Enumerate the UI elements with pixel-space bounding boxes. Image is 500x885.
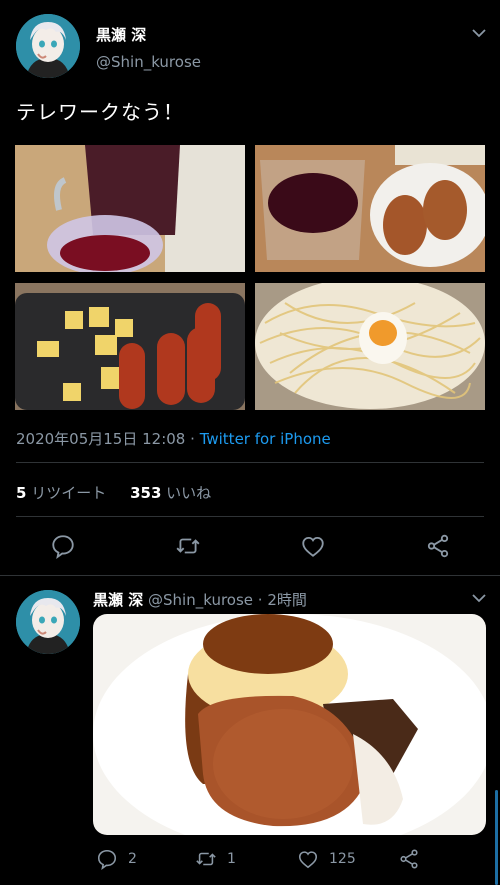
handle[interactable]: @Shin_kurose bbox=[96, 53, 201, 71]
reply-display-name[interactable]: 黒瀬 深 bbox=[93, 591, 143, 609]
reply-time[interactable]: · 2時間 bbox=[258, 591, 307, 609]
reply-header: 黒瀬 深 @Shin_kurose · 2時間 bbox=[93, 589, 307, 610]
reply-like-count: 125 bbox=[329, 851, 356, 867]
avatar[interactable] bbox=[16, 14, 80, 78]
like-button[interactable] bbox=[300, 533, 326, 559]
reply-share-button[interactable] bbox=[398, 848, 420, 870]
share-icon bbox=[427, 534, 449, 558]
reply-count: 2 bbox=[128, 851, 137, 867]
retweet-button[interactable] bbox=[175, 533, 201, 559]
retweet-label: リツイート bbox=[31, 484, 107, 502]
tweet-text: テレワークなう！ bbox=[16, 100, 184, 124]
chevron-down-icon[interactable] bbox=[470, 26, 488, 40]
photo-pudding-tiramisu[interactable] bbox=[93, 614, 486, 835]
retweet-icon bbox=[176, 538, 200, 554]
retweet-icon bbox=[196, 852, 216, 866]
meta-separator: · bbox=[190, 430, 195, 448]
reply-retweet-count: 1 bbox=[227, 851, 236, 867]
photo-wine-chicken[interactable] bbox=[255, 145, 485, 272]
reply-icon bbox=[97, 849, 117, 870]
reply-icon bbox=[52, 535, 74, 559]
chevron-down-icon[interactable] bbox=[470, 591, 488, 605]
share-button[interactable] bbox=[425, 533, 451, 559]
divider bbox=[16, 462, 484, 463]
retweet-stat[interactable]: 5 リツイート bbox=[16, 484, 106, 502]
tweet-stats: 5 リツイート 353 いいね bbox=[16, 482, 211, 503]
photo-sausages-potatoes[interactable] bbox=[15, 283, 245, 410]
photo-wine-pitcher[interactable] bbox=[15, 145, 245, 272]
display-name[interactable]: 黒瀬 深 bbox=[96, 24, 146, 45]
retweet-count: 5 bbox=[16, 484, 27, 502]
reply-reply-button[interactable]: 2 bbox=[96, 848, 137, 870]
section-divider bbox=[0, 575, 500, 576]
divider bbox=[16, 516, 484, 517]
timestamp-text[interactable]: 2020年05月15日 12:08 bbox=[16, 430, 185, 448]
reply-button[interactable] bbox=[50, 533, 76, 559]
photo-pasta-egg[interactable] bbox=[255, 283, 485, 410]
like-stat[interactable]: 353 いいね bbox=[130, 484, 211, 502]
reply-retweet-button[interactable]: 1 bbox=[195, 848, 236, 870]
like-icon bbox=[302, 536, 324, 557]
like-count: 353 bbox=[130, 484, 162, 502]
share-icon bbox=[400, 849, 418, 869]
reply-handle[interactable]: @Shin_kurose bbox=[148, 591, 253, 609]
reply-like-button[interactable]: 125 bbox=[297, 848, 356, 870]
tweet-timestamp[interactable]: 2020年05月15日 12:08 · Twitter for iPhone bbox=[16, 428, 331, 449]
scrollbar[interactable] bbox=[495, 790, 498, 885]
source-link[interactable]: Twitter for iPhone bbox=[200, 430, 331, 448]
like-label: いいね bbox=[166, 484, 212, 502]
reply-avatar[interactable] bbox=[16, 590, 80, 654]
like-icon bbox=[298, 851, 318, 869]
